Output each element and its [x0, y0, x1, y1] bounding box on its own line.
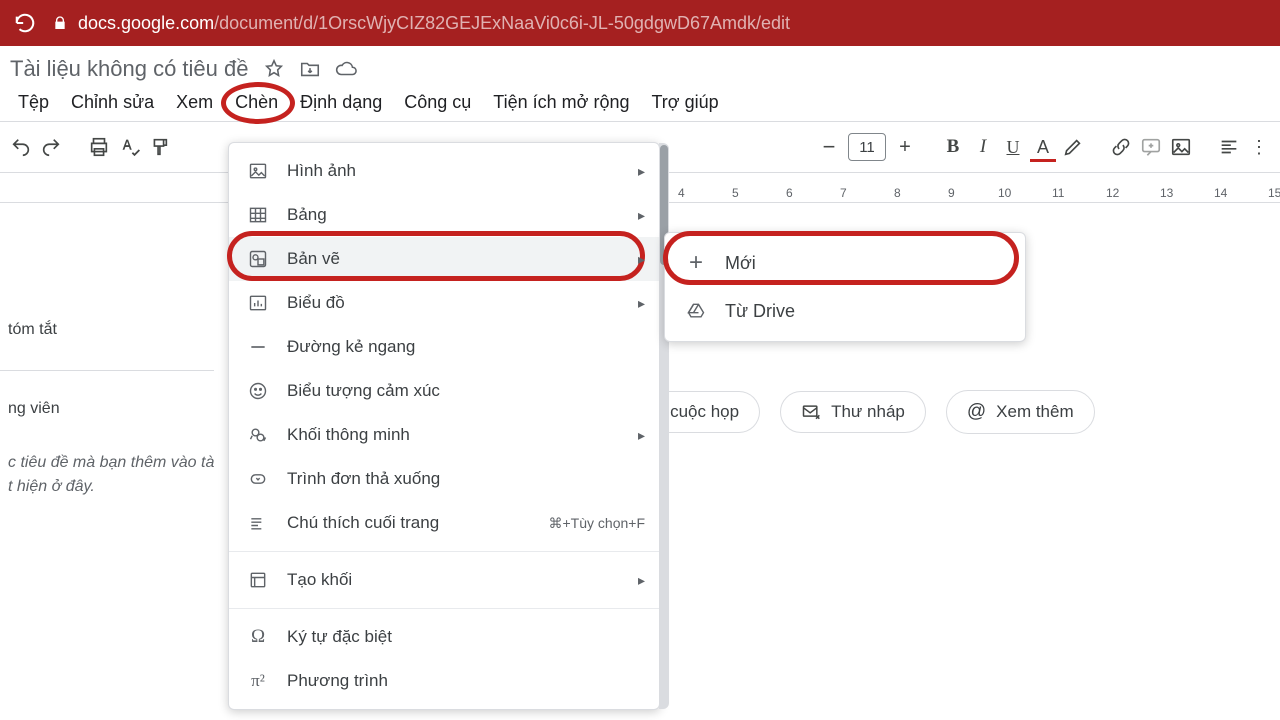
more-toolbar-icon[interactable]: ⋮ — [1248, 136, 1270, 158]
paint-format-icon[interactable] — [148, 136, 170, 158]
chart-icon — [247, 292, 269, 314]
drive-icon — [685, 300, 707, 322]
outline-hint-line2: t hiện ở đây. — [8, 475, 214, 499]
menu-view[interactable]: Xem — [176, 92, 213, 113]
drawing-new[interactable]: + Mới — [665, 239, 1025, 287]
outline-heading: ng viên — [8, 397, 214, 421]
star-icon[interactable] — [263, 58, 285, 80]
reload-icon[interactable] — [14, 12, 36, 34]
insert-dropdown[interactable]: Trình đơn thả xuống — [229, 457, 659, 501]
italic-icon[interactable]: I — [972, 136, 994, 158]
dropdown-icon — [247, 468, 269, 490]
insert-image-icon[interactable] — [1170, 136, 1192, 158]
menubar: Tệp Chỉnh sửa Xem Chèn Định dạng Công cụ… — [10, 82, 1280, 121]
highlight-icon[interactable] — [1062, 136, 1084, 158]
url-bar[interactable]: docs.google.com/document/d/1OrscWjyCIZ82… — [52, 13, 790, 34]
plus-icon: + — [685, 252, 707, 274]
omega-icon: Ω — [247, 626, 269, 648]
emoji-icon — [247, 380, 269, 402]
outline-hint-line1: c tiêu đề mà bạn thêm vào tà — [8, 451, 214, 475]
fontsize-minus-icon[interactable]: − — [818, 136, 840, 158]
insert-table[interactable]: Bảng — [229, 193, 659, 237]
fontsize-plus-icon[interactable]: + — [894, 136, 916, 158]
insert-building-blocks[interactable]: Tạo khối — [229, 558, 659, 602]
url-path: /document/d/1OrscWjyCIZ82GEJExNaaVi0c6i-… — [214, 13, 790, 33]
add-comment-icon[interactable] — [1140, 136, 1162, 158]
footnote-icon — [247, 512, 269, 534]
redo-icon[interactable] — [40, 136, 62, 158]
print-icon[interactable] — [88, 136, 110, 158]
menu-edit[interactable]: Chỉnh sửa — [71, 92, 154, 113]
doc-title[interactable]: Tài liệu không có tiêu đề — [10, 56, 249, 82]
menu-format[interactable]: Định dạng — [300, 92, 382, 113]
text-color-icon[interactable]: A — [1032, 136, 1054, 158]
email-icon — [801, 402, 821, 422]
menu-scrollbar[interactable] — [659, 143, 669, 709]
menu-extensions[interactable]: Tiện ích mở rộng — [493, 92, 629, 113]
insert-image[interactable]: Hình ảnh — [229, 149, 659, 193]
insert-hr[interactable]: Đường kẻ ngang — [229, 325, 659, 369]
insert-drawing[interactable]: Bản vẽ — [229, 237, 659, 281]
drawing-from-drive[interactable]: Từ Drive — [665, 287, 1025, 335]
url-host: docs.google.com — [78, 13, 214, 33]
chip-email-draft[interactable]: Thư nháp — [780, 391, 926, 433]
browser-bar: docs.google.com/document/d/1OrscWjyCIZ82… — [0, 0, 1280, 46]
insert-equation[interactable]: π²Phương trình — [229, 659, 659, 703]
insert-emoji[interactable]: Biểu tượng cảm xúc — [229, 369, 659, 413]
chip-see-more[interactable]: @ Xem thêm — [946, 390, 1095, 434]
block-icon — [247, 569, 269, 591]
hr-icon — [247, 336, 269, 358]
menu-tools[interactable]: Công cụ — [404, 92, 471, 113]
menu-insert[interactable]: Chèn — [235, 92, 278, 113]
menu-help[interactable]: Trợ giúp — [651, 92, 718, 113]
insert-smart-chips[interactable]: Khối thông minh — [229, 413, 659, 457]
insert-chart[interactable]: Biểu đồ — [229, 281, 659, 325]
outline-summary-label: tóm tắt — [8, 318, 214, 342]
align-icon[interactable] — [1218, 136, 1240, 158]
docs-header: Tài liệu không có tiêu đề Tệp Chỉnh sửa … — [0, 46, 1280, 121]
undo-icon[interactable] — [10, 136, 32, 158]
insert-link-icon[interactable] — [1110, 136, 1132, 158]
insert-special-chars[interactable]: ΩKý tự đặc biệt — [229, 615, 659, 659]
fontsize-input[interactable]: 11 — [848, 133, 886, 161]
smart-chips-row: ni chú cuộc họp Thư nháp @ Xem thêm — [600, 390, 1095, 434]
drawing-icon — [247, 248, 269, 270]
highlight-oval-icon — [663, 231, 1019, 285]
pi-icon: π² — [247, 670, 269, 692]
at-icon: @ — [967, 401, 986, 423]
spellcheck-icon[interactable] — [118, 136, 140, 158]
bold-icon[interactable]: B — [942, 136, 964, 158]
table-icon — [247, 204, 269, 226]
cloud-status-icon[interactable] — [335, 58, 357, 80]
image-icon — [247, 160, 269, 182]
insert-menu: Hình ảnh Bảng Bản vẽ Biểu đồ Đường kẻ ng… — [228, 142, 660, 710]
outline-sidebar: tóm tắt ng viên c tiêu đề mà bạn thêm và… — [8, 318, 214, 499]
menu-file[interactable]: Tệp — [18, 92, 49, 113]
underline-icon[interactable]: U — [1002, 136, 1024, 158]
move-folder-icon[interactable] — [299, 58, 321, 80]
smart-chip-icon — [247, 424, 269, 446]
drawing-submenu: + Mới Từ Drive — [664, 232, 1026, 342]
insert-footnote[interactable]: Chú thích cuối trang⌘+Tùy chọn+F — [229, 501, 659, 545]
